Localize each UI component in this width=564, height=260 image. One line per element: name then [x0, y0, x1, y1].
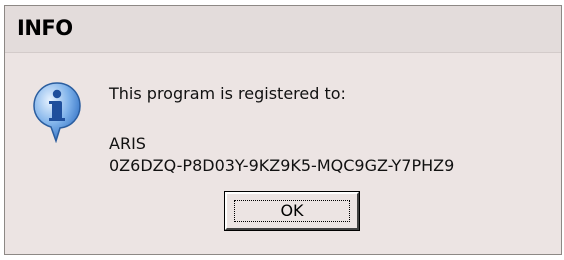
- title-bar[interactable]: INFO: [5, 6, 561, 53]
- information-icon: [32, 81, 82, 144]
- registration-message: This program is registered to:: [109, 84, 346, 103]
- info-dialog: INFO This program is registered to: ARIS…: [4, 5, 562, 255]
- ok-button[interactable]: OK: [224, 191, 360, 231]
- registered-name: ARIS: [109, 134, 146, 153]
- ok-button-label: OK: [280, 201, 304, 220]
- registration-key: 0Z6DZQ-P8D03Y-9KZ9K5-MQC9GZ-Y7PHZ9: [109, 156, 455, 175]
- dialog-title: INFO: [17, 16, 73, 40]
